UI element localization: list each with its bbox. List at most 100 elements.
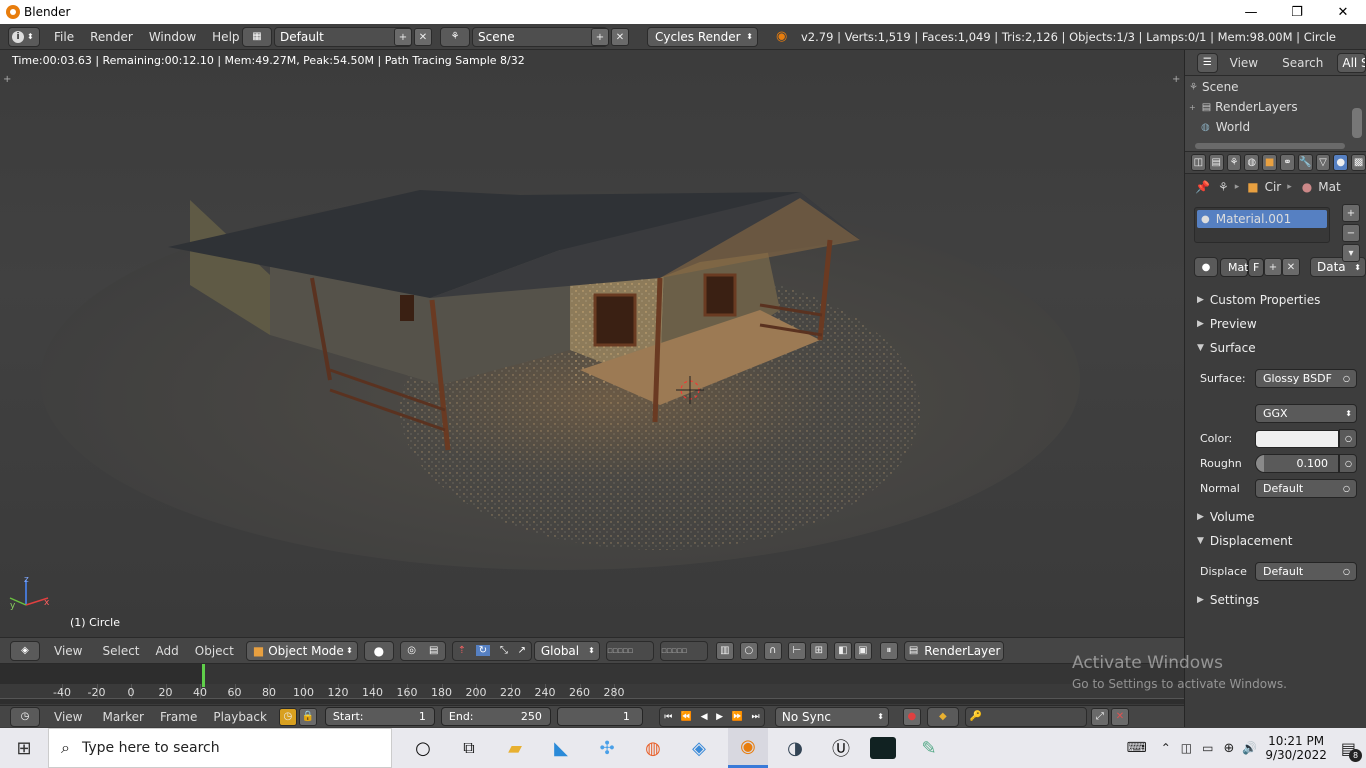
tab-render-icon[interactable]: ◫	[1191, 154, 1206, 171]
translate-icon[interactable]: ⇡	[458, 645, 466, 656]
section-displacement[interactable]: ▼ Displacement	[1185, 529, 1366, 553]
material-name-field[interactable]: Mat	[1220, 257, 1249, 277]
menu-add[interactable]: Add	[156, 644, 179, 658]
app-icon-network[interactable]: ✣	[590, 738, 624, 759]
start-frame-field[interactable]: Start: 1	[324, 707, 435, 726]
material-slot-list[interactable]: ● Material.001	[1194, 207, 1330, 243]
outliner-menu-view[interactable]: View	[1230, 56, 1258, 70]
proportional-edit-icon[interactable]: ○	[739, 641, 758, 660]
render-animation-icon[interactable]: ▣	[853, 641, 872, 660]
corner-plus-right[interactable]: +	[1172, 74, 1180, 85]
menu-view[interactable]: View	[54, 644, 82, 658]
roughness-slider[interactable]: 0.100	[1255, 454, 1339, 473]
play-reverse-icon[interactable]: ◀	[701, 712, 708, 722]
chevron-up-icon[interactable]: ⌃	[1161, 741, 1171, 755]
browse-material-button[interactable]: ●	[1194, 257, 1218, 277]
manipulate-icon[interactable]: ↗	[518, 645, 526, 656]
tab-constraints-icon[interactable]: ⚭	[1279, 154, 1295, 171]
taskbar-search[interactable]: ⌕ Type here to search	[48, 728, 392, 768]
color-swatch[interactable]	[1255, 429, 1339, 448]
editor-type-info[interactable]: i ⬍	[8, 26, 40, 47]
mode-select[interactable]: ■ Object Mode ⬍	[245, 640, 358, 661]
corner-plus-left[interactable]: +	[3, 74, 11, 85]
add-screen-button[interactable]: +	[394, 28, 412, 46]
scene-browse[interactable]: ⚘	[440, 26, 470, 47]
tab-scene-icon[interactable]: ⚘	[1226, 154, 1242, 171]
app-icon-player[interactable]: ◑	[778, 738, 812, 759]
lock-range-icon[interactable]: 🔒	[298, 707, 317, 726]
menu-file[interactable]: File	[54, 30, 74, 44]
record-icon[interactable]: ●	[902, 707, 921, 726]
snap-target-icon[interactable]: ⊢	[787, 641, 806, 660]
display-mode-select[interactable]: All Sc	[1337, 52, 1366, 73]
blender-taskbar-icon[interactable]: ◉	[728, 728, 768, 768]
notifications-button[interactable]: ▤ 8	[1341, 739, 1362, 762]
layer-buttons-a[interactable]: ▫▫▫▫▫	[605, 640, 654, 661]
minimize-button[interactable]: —	[1228, 0, 1274, 24]
expand-icon[interactable]: +	[1189, 103, 1196, 112]
task-view-icon[interactable]: ⧉	[452, 738, 486, 758]
firefox-icon[interactable]: ◍	[636, 738, 670, 759]
close-button[interactable]: ✕	[1320, 0, 1366, 24]
app-icon-paint[interactable]: ✎	[912, 738, 946, 759]
outliner-list[interactable]: ⚘ Scene + ▤ RenderLayers ◍ World	[1185, 76, 1366, 152]
tab-render-layers-icon[interactable]: ▤	[1208, 154, 1224, 171]
file-explorer-icon[interactable]: ▰	[498, 738, 532, 759]
timeline-menu-frame[interactable]: Frame	[160, 710, 197, 724]
snap-element-icon[interactable]: ⊞	[809, 641, 828, 660]
section-settings[interactable]: ▶ Settings	[1185, 588, 1366, 612]
unreal-engine-icon[interactable]: Ⓤ	[824, 735, 858, 761]
normal-select[interactable]: Default ○	[1255, 479, 1357, 498]
transform-manipulators[interactable]: ⇡ ↻ ⤡ ↗	[451, 640, 532, 661]
lock-layers-icon[interactable]: ▥	[715, 641, 734, 660]
outliner-menu-search[interactable]: Search	[1282, 56, 1323, 70]
app-icon-dolphin[interactable]: ◣	[544, 738, 578, 759]
clock[interactable]: 10:21 PM 9/30/2022	[1265, 734, 1327, 762]
menu-render[interactable]: Render	[90, 30, 133, 44]
cortana-icon[interactable]: ○	[406, 738, 440, 759]
outliner-row-renderlayers[interactable]: + ▤ RenderLayers	[1189, 100, 1298, 114]
tab-data-icon[interactable]: ▽	[1315, 154, 1331, 171]
outliner-hscrollbar[interactable]	[1195, 143, 1345, 149]
fake-user-button[interactable]: F	[1248, 257, 1264, 277]
pause-render-icon[interactable]: ⏸	[879, 641, 898, 660]
app-icon-terminal[interactable]	[870, 737, 896, 759]
battery-icon[interactable]: ▭	[1202, 741, 1213, 755]
editor-type-3d[interactable]: ◈	[10, 640, 40, 661]
jump-end-icon[interactable]: ⏭	[751, 712, 759, 722]
render-engine-select[interactable]: Cycles Render ⬍	[647, 26, 758, 47]
section-custom-properties[interactable]: ▶ Custom Properties	[1185, 288, 1366, 312]
render-layer-select[interactable]: ▤ RenderLayer	[903, 640, 1004, 661]
snap-icon[interactable]: ∩	[763, 641, 782, 660]
color-link-button[interactable]: ○	[1339, 429, 1357, 448]
start-button[interactable]: ⊞	[0, 728, 48, 768]
timeline-editor[interactable]: -40 -20 0 20 40 60 80 100 120 140 160 180 200 220 240 2…	[0, 663, 1184, 705]
timeline-scrollbar[interactable]	[0, 698, 1184, 704]
remove-slot-button[interactable]: −	[1342, 224, 1360, 242]
remove-screen-button[interactable]: ✕	[414, 28, 432, 46]
slot-specials-button[interactable]: ▾	[1342, 244, 1360, 262]
prev-keyframe-icon[interactable]: ⏪	[681, 712, 692, 722]
3d-viewport[interactable]: z y x + + Time:00:03.63 | Remaining:00:1…	[0, 50, 1184, 637]
jump-start-icon[interactable]: ⏮	[664, 712, 672, 722]
add-slot-button[interactable]: +	[1342, 204, 1360, 222]
menu-help[interactable]: Help	[212, 30, 239, 44]
section-surface[interactable]: ▼ Surface	[1185, 336, 1366, 360]
layer-buttons-b[interactable]: ▫▫▫▫▫	[659, 640, 708, 661]
outliner-row-scene[interactable]: ⚘ Scene	[1189, 80, 1239, 94]
scene-field[interactable]: Scene	[472, 26, 608, 47]
menu-object[interactable]: Object	[195, 644, 234, 658]
keyboard-icon[interactable]: ⌨	[1127, 740, 1147, 756]
playback-controls[interactable]: ⏮ ⏪ ◀ ▶ ⏩ ⏭	[658, 706, 765, 727]
meet-icon[interactable]: ◫	[1181, 741, 1192, 755]
new-material-button[interactable]: +	[1264, 258, 1282, 276]
delete-key-icon[interactable]: ✕	[1110, 707, 1129, 726]
scale-icon[interactable]: ⤡	[500, 645, 508, 656]
keying-set-field[interactable]: 🔑	[964, 706, 1087, 727]
orientation-select[interactable]: Global ⬍	[533, 640, 600, 661]
section-volume[interactable]: ▶ Volume	[1185, 505, 1366, 529]
app-icon-diamond[interactable]: ◈	[682, 738, 716, 759]
tab-modifiers-icon[interactable]: 🔧	[1297, 154, 1313, 171]
current-frame-marker[interactable]	[202, 664, 205, 687]
outliner-row-world[interactable]: ◍ World	[1201, 120, 1250, 134]
